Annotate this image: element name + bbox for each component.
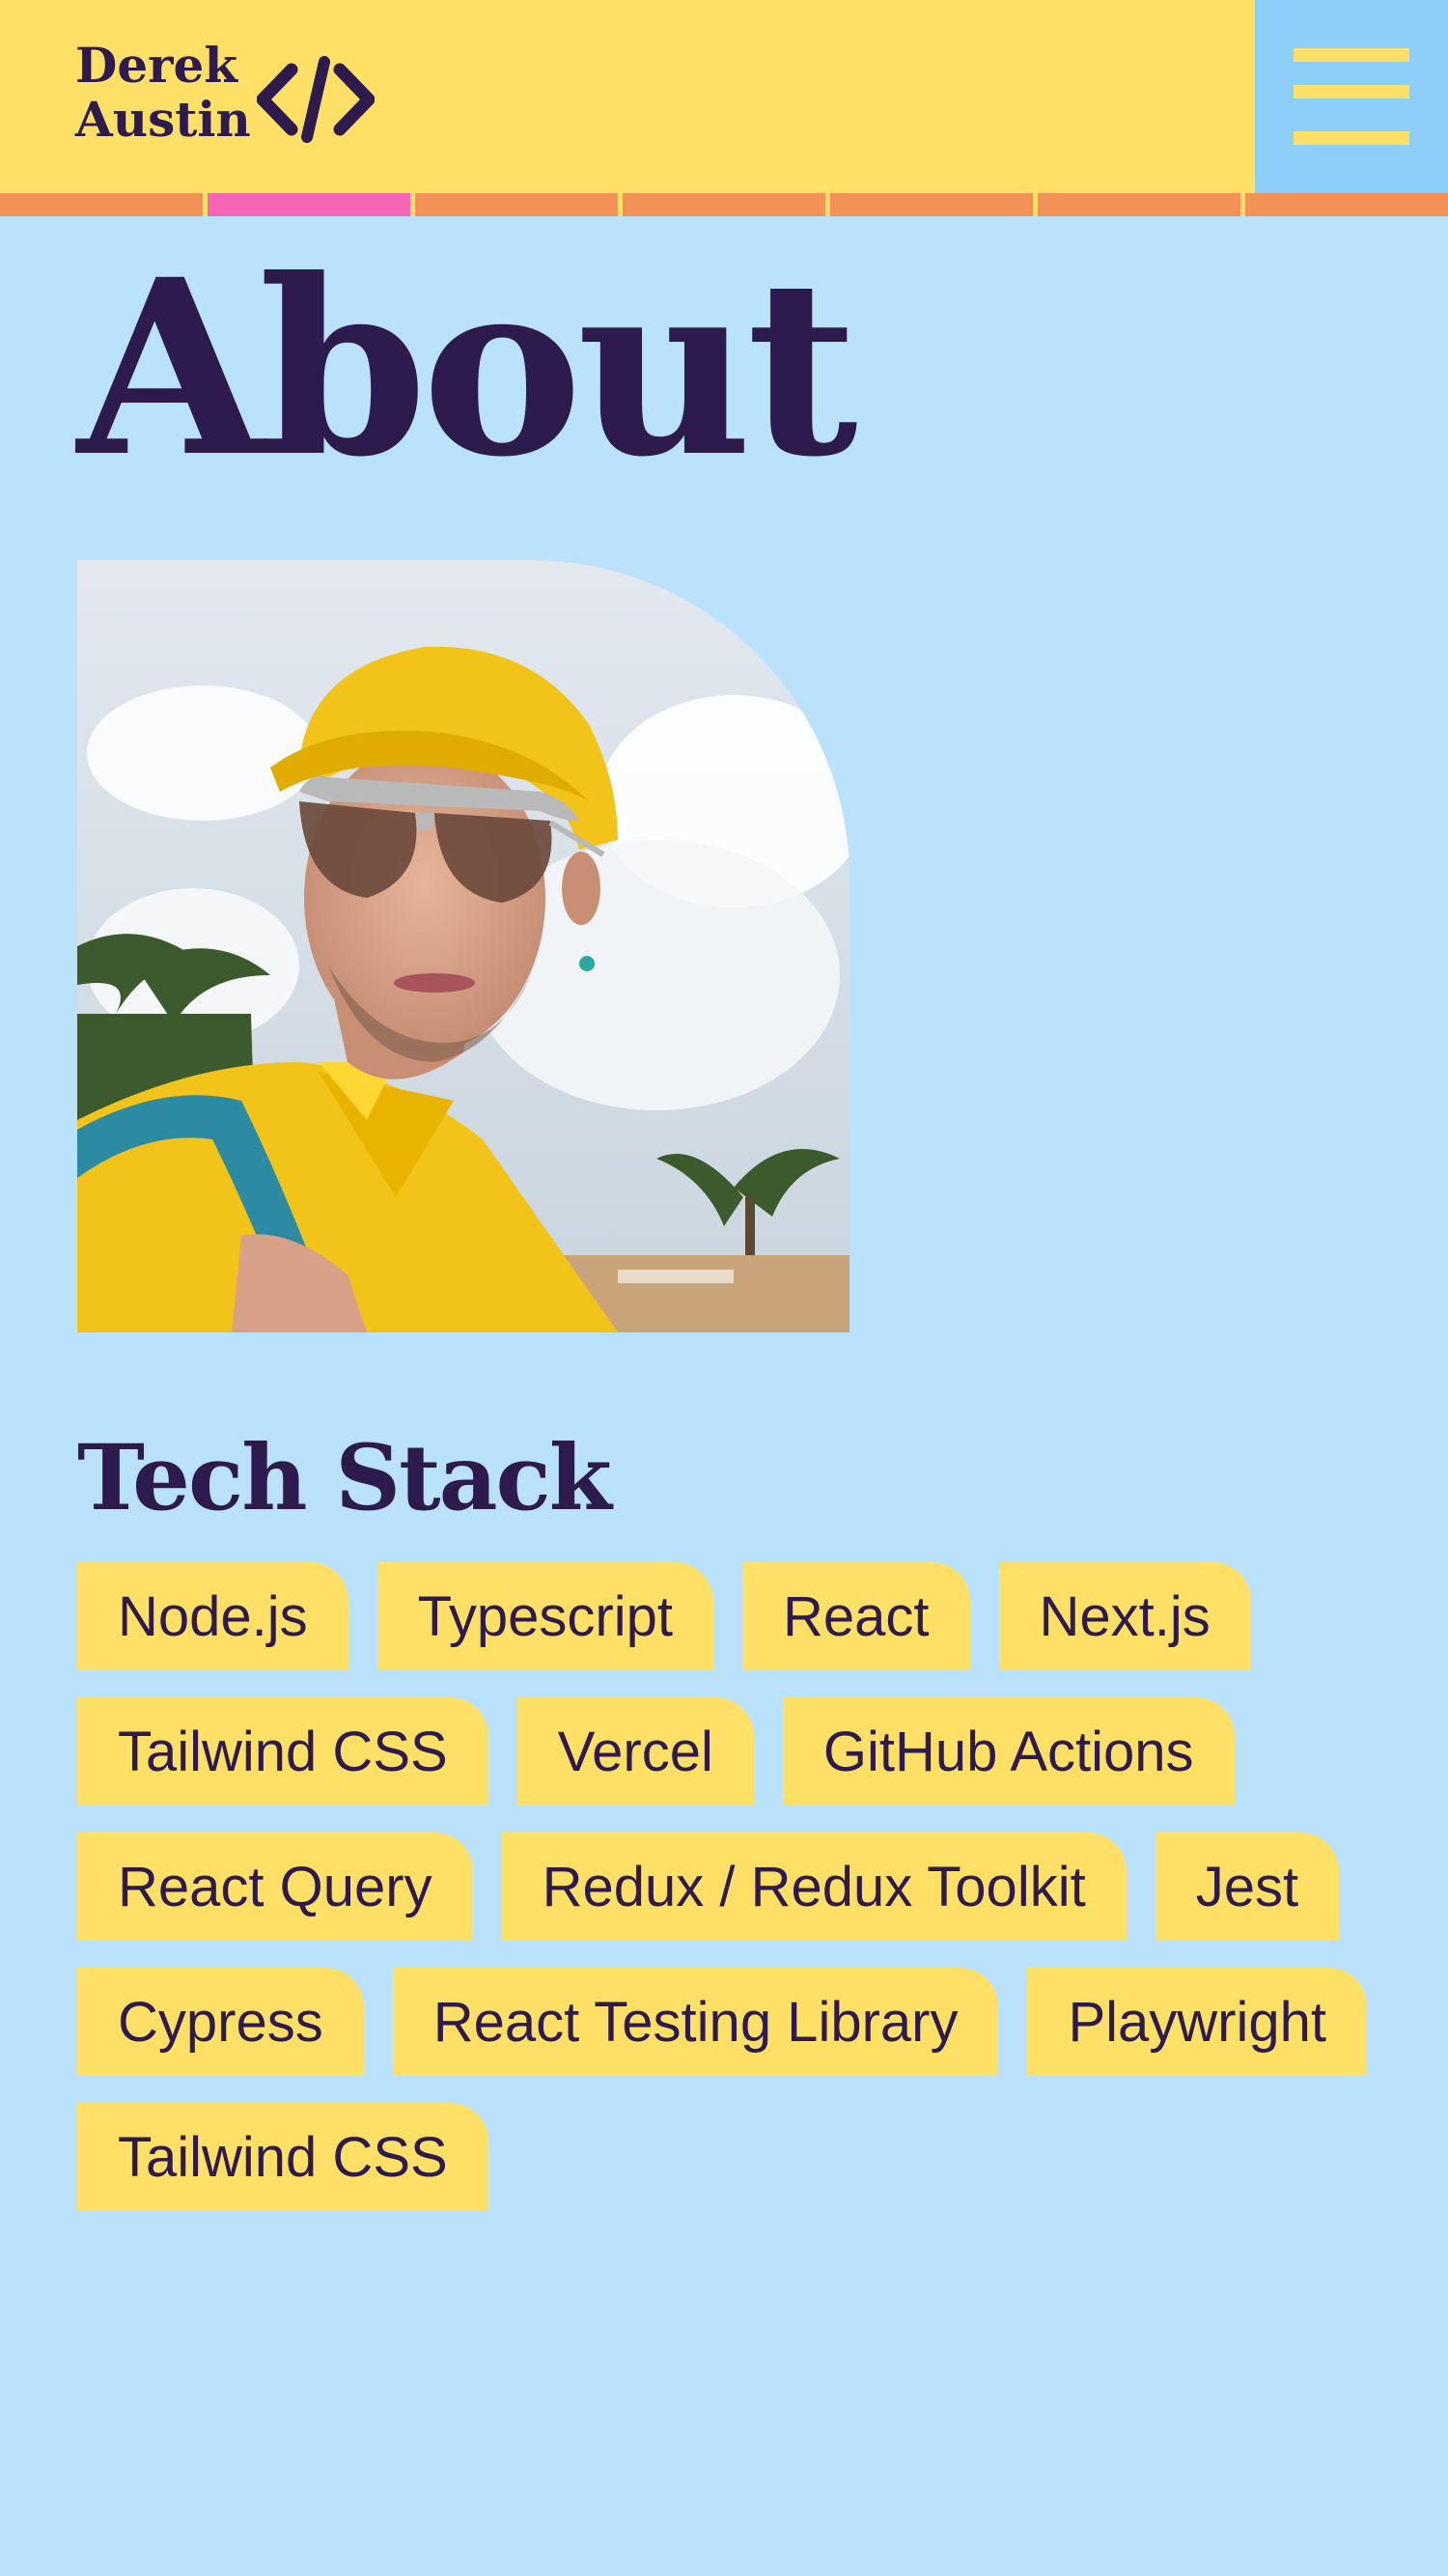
logo-first-name: Derek: [75, 37, 237, 94]
tech-tag: Cypress: [77, 1968, 364, 2076]
nav-tab[interactable]: [618, 193, 825, 216]
tech-tag: Tailwind CSS: [77, 2103, 488, 2211]
tech-tag: Typescript: [376, 1562, 713, 1670]
page-title: About: [77, 226, 858, 510]
nav-tab[interactable]: [0, 193, 203, 216]
tech-tag: Next.js: [998, 1562, 1251, 1670]
nav-tab[interactable]: [410, 193, 618, 216]
tech-tag: Playwright: [1027, 1968, 1368, 2076]
nav-tab[interactable]: [1033, 193, 1240, 216]
nav-tab-active[interactable]: [203, 193, 410, 216]
tech-tag: Redux / Redux Toolkit: [501, 1833, 1127, 1941]
tech-tag: Tailwind CSS: [77, 1697, 488, 1806]
logo-name[interactable]: Derek Austin: [75, 37, 251, 148]
nav-tab[interactable]: [825, 193, 1033, 216]
portrait-photo: [77, 560, 849, 1332]
tech-tag: Node.js: [77, 1562, 348, 1670]
site-header: Derek Austin: [0, 0, 1448, 193]
tech-tag: React Query: [77, 1833, 473, 1941]
tech-tag: React: [741, 1562, 970, 1670]
code-brackets-icon: [257, 56, 375, 143]
tech-tag: React Testing Library: [392, 1968, 999, 2076]
logo-last-name: Austin: [75, 91, 251, 148]
tech-tag: Jest: [1155, 1833, 1340, 1941]
menu-button[interactable]: [1255, 0, 1448, 193]
nav-color-tabs: [0, 193, 1448, 216]
tech-stack-tags: Node.js Typescript React Next.js Tailwind CS…: [77, 1562, 1371, 2211]
tech-stack-heading: Tech Stack: [77, 1425, 612, 1531]
main-content: About Tech Stack Node.js Typescript Reac…: [77, 228, 1371, 2211]
tech-tag: Vercel: [516, 1697, 754, 1806]
nav-tab[interactable]: [1240, 193, 1448, 216]
tech-tag: GitHub Actions: [782, 1697, 1235, 1806]
